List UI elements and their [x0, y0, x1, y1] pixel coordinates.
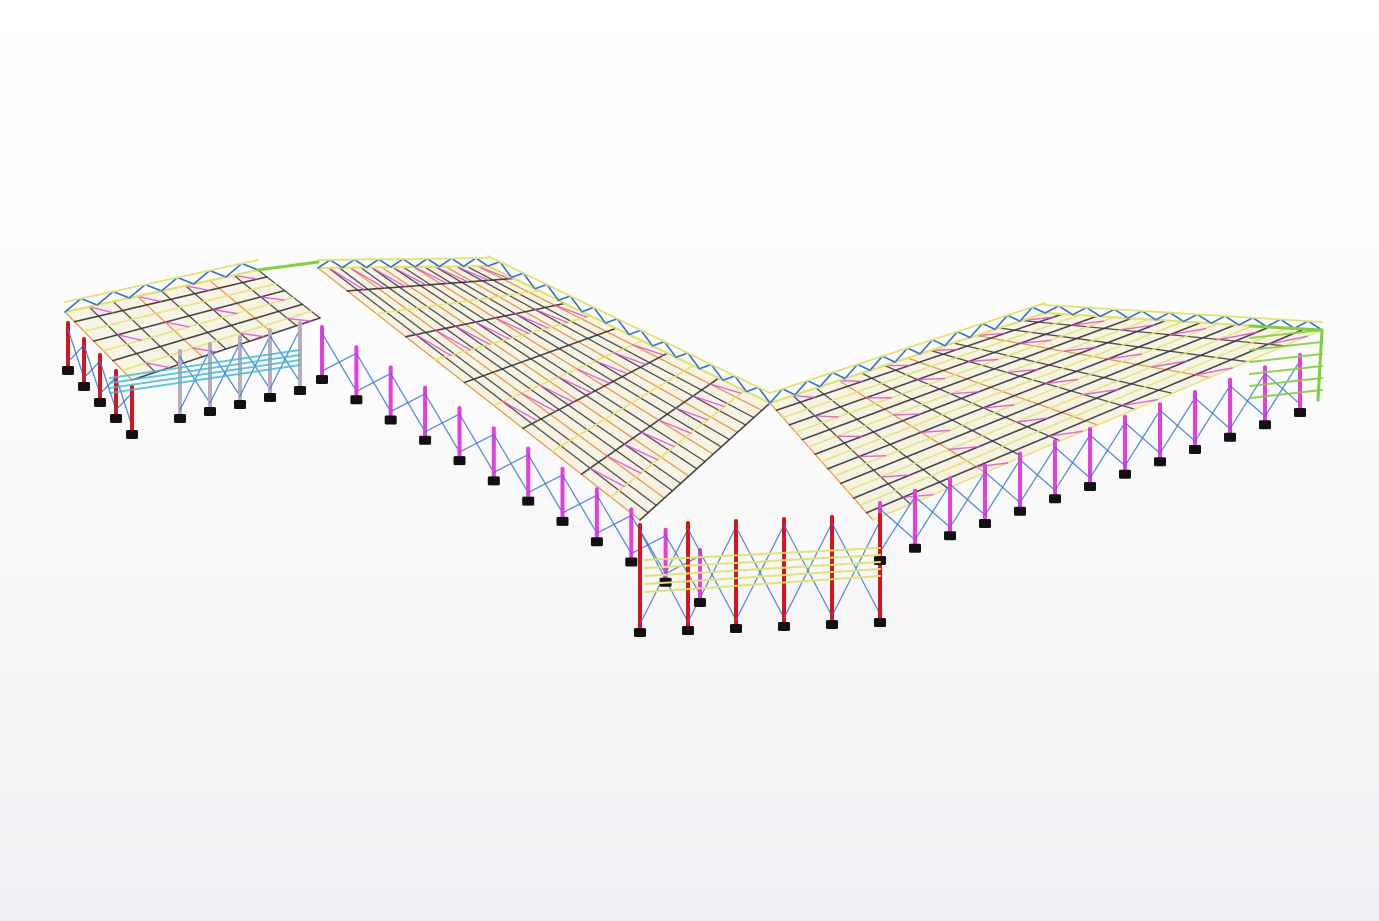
- structure-model: [62, 255, 1324, 637]
- 3d-viewport[interactable]: [0, 0, 1379, 921]
- roof-plane: [65, 266, 1322, 520]
